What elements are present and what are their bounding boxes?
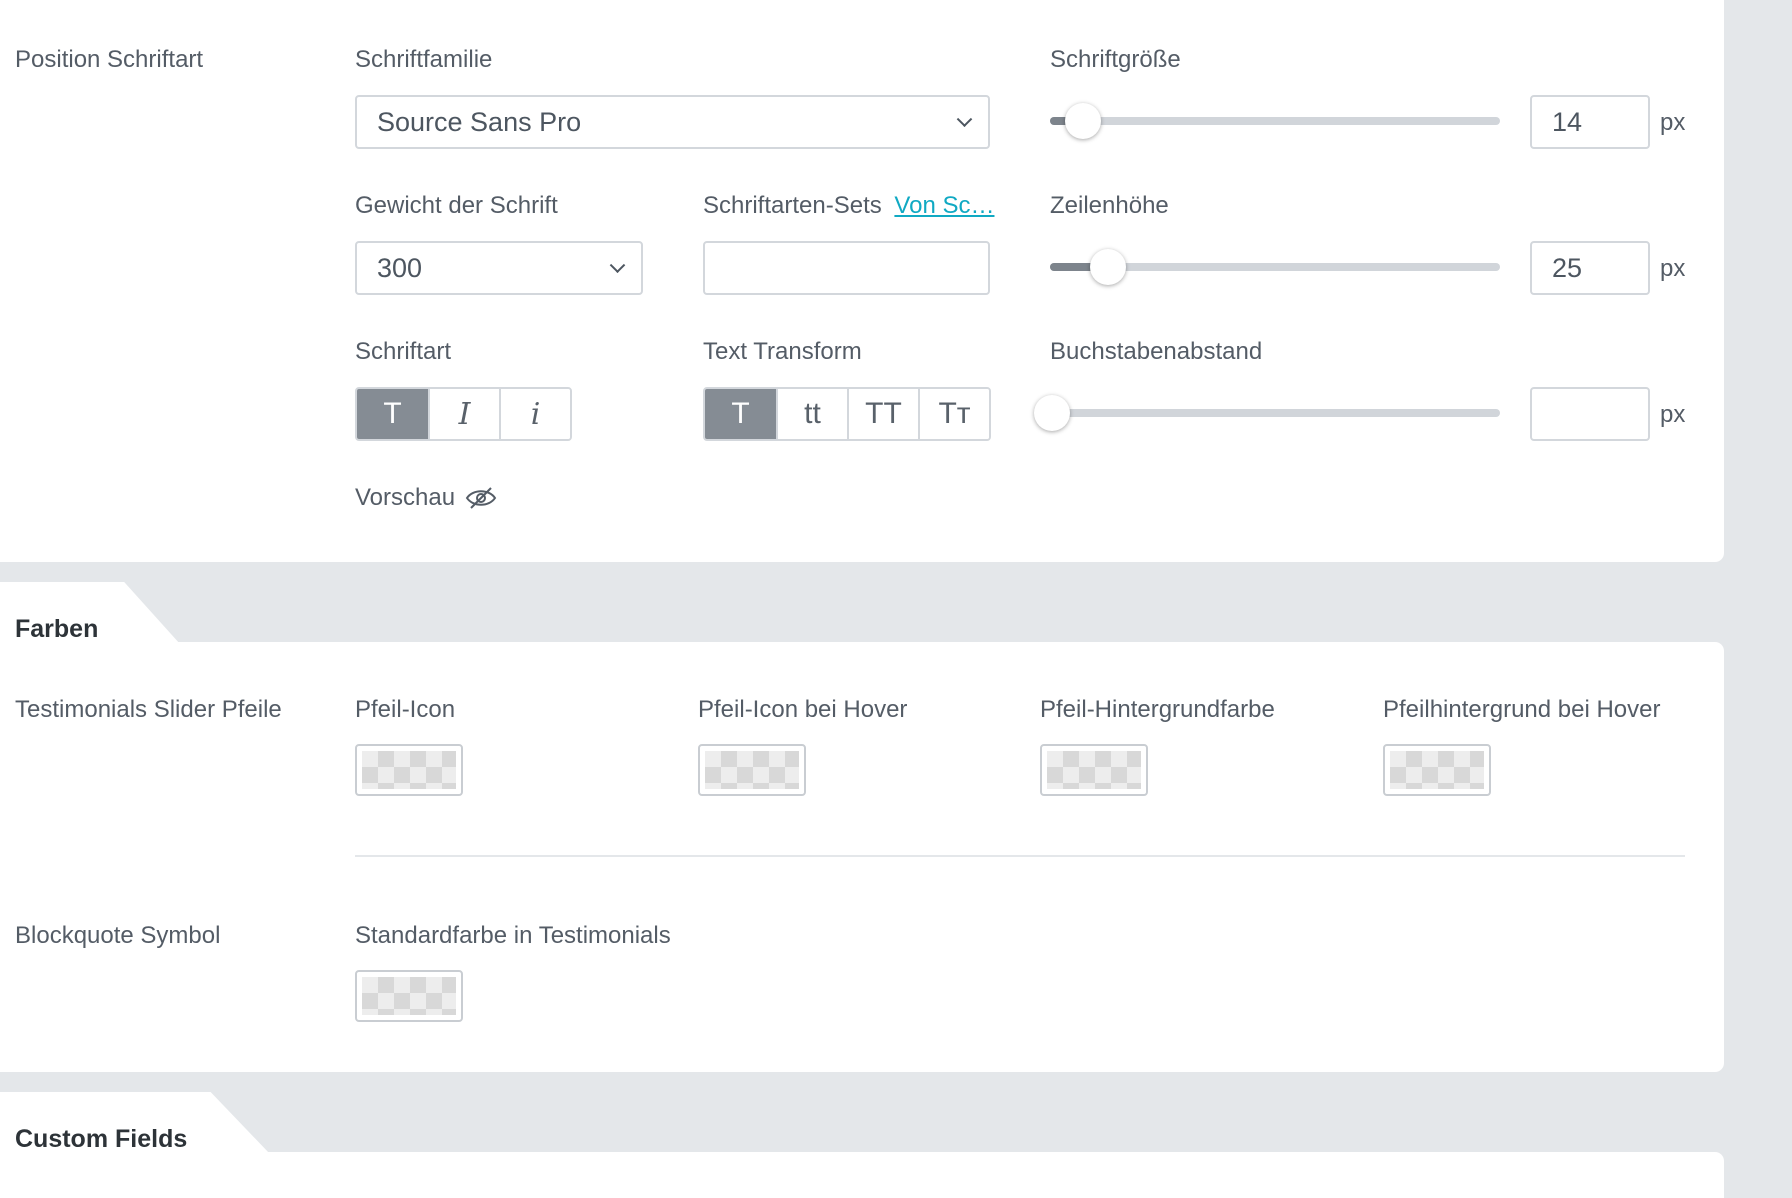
line-height-input[interactable]: 25 (1530, 241, 1650, 295)
preview-toggle[interactable]: Vorschau (355, 484, 497, 512)
line-height-value: 25 (1552, 252, 1583, 283)
font-weight-select[interactable]: 300 (355, 241, 643, 295)
font-family-value: Source Sans Pro (377, 106, 582, 137)
font-style-normal-button[interactable]: T (357, 389, 428, 439)
font-sets-label-text: Schriftarten-Sets (703, 192, 882, 219)
custom-fields-panel (0, 1152, 1724, 1198)
font-weight-value: 300 (377, 252, 423, 283)
slider-arrows-row-label: Testimonials Slider Pfeile (15, 696, 282, 723)
line-height-slider-handle[interactable] (1090, 249, 1126, 285)
blockquote-color-swatch[interactable] (355, 970, 463, 1022)
font-family-select[interactable]: Source Sans Pro (355, 95, 990, 149)
arrow-background-hover-label: Pfeilhintergrund bei Hover (1383, 696, 1661, 723)
font-sets-link[interactable]: Von Sc… (894, 192, 994, 219)
font-size-label: Schriftgröße (1050, 46, 1181, 73)
font-size-input[interactable]: 14 (1530, 95, 1650, 149)
font-style-oblique-button[interactable]: i (499, 389, 570, 439)
eye-slash-icon[interactable] (465, 486, 497, 510)
letter-spacing-slider[interactable] (1034, 395, 1500, 431)
font-family-label: Schriftfamilie (355, 46, 493, 73)
blockquote-color-label: Standardfarbe in Testimonials (355, 922, 671, 949)
text-transform-uppercase-button[interactable]: TT (847, 389, 918, 439)
blockquote-row-label: Blockquote Symbol (15, 922, 221, 949)
text-transform-lowercase-button[interactable]: tt (776, 389, 847, 439)
position-font-row-label: Position Schriftart (15, 46, 204, 73)
line-height-unit: px (1660, 255, 1686, 282)
letter-spacing-unit: px (1660, 401, 1686, 428)
custom-fields-section-title: Custom Fields (15, 1125, 188, 1153)
transparent-pattern (362, 977, 456, 1015)
letter-spacing-slider-handle[interactable] (1034, 395, 1070, 431)
arrow-icon-hover-label: Pfeil-Icon bei Hover (698, 696, 908, 723)
arrow-icon-hover-color-swatch[interactable] (698, 744, 806, 796)
chevron-down-icon (609, 257, 626, 274)
transparent-pattern (1390, 751, 1484, 789)
arrow-background-color-swatch[interactable] (1040, 744, 1148, 796)
letter-spacing-label: Buchstabenabstand (1050, 338, 1263, 365)
font-style-label: Schriftart (355, 338, 452, 365)
transparent-pattern (1047, 751, 1141, 789)
text-transform-group: T tt TT Tт (703, 387, 991, 441)
text-transform-capitalize-button[interactable]: Tт (918, 389, 989, 439)
arrow-icon-color-swatch[interactable] (355, 744, 463, 796)
transparent-pattern (362, 751, 456, 789)
chevron-down-icon (956, 111, 973, 128)
font-sets-input[interactable] (703, 241, 990, 295)
font-size-slider-handle[interactable] (1065, 103, 1101, 139)
font-style-italic-button[interactable]: I (428, 389, 499, 439)
font-sets-label: Schriftarten-Sets Von Sc… (703, 192, 994, 220)
transparent-pattern (705, 751, 799, 789)
text-transform-none-button[interactable]: T (705, 389, 776, 439)
arrow-background-label: Pfeil-Hintergrundfarbe (1040, 696, 1275, 723)
line-height-label: Zeilenhöhe (1050, 192, 1169, 219)
colors-section-title: Farben (15, 615, 99, 643)
arrow-icon-label: Pfeil-Icon (355, 696, 456, 723)
line-height-slider[interactable] (1050, 249, 1500, 285)
section-divider (355, 855, 1685, 857)
font-size-value: 14 (1552, 106, 1583, 137)
arrow-background-hover-color-swatch[interactable] (1383, 744, 1491, 796)
font-size-unit: px (1660, 109, 1686, 136)
preview-label: Vorschau (355, 484, 456, 511)
letter-spacing-input[interactable] (1530, 387, 1650, 441)
font-weight-label: Gewicht der Schrift (355, 192, 558, 219)
font-size-slider[interactable] (1050, 103, 1500, 139)
font-style-group: T I i (355, 387, 572, 441)
text-transform-label: Text Transform (703, 338, 862, 365)
